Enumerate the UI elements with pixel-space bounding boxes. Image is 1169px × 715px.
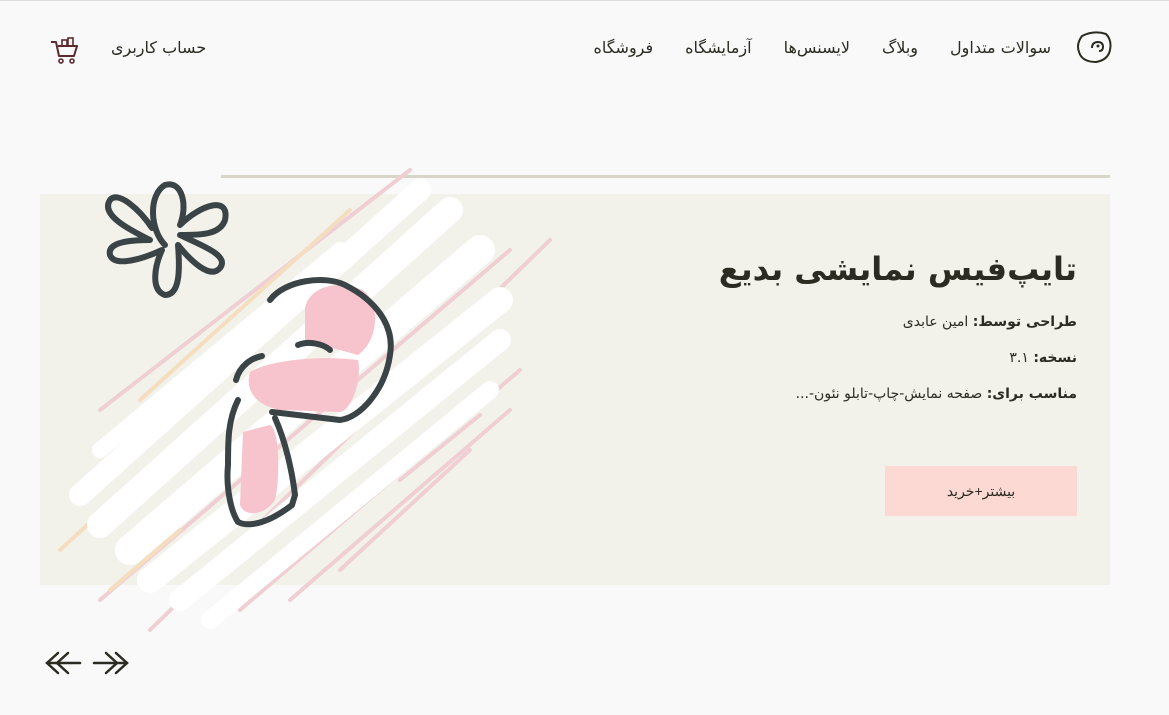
- designer-row: طراحی توسط: امین عابدی: [657, 314, 1077, 330]
- arrow-right-icon[interactable]: [92, 650, 130, 676]
- version-row: نسخه: ۳.۱: [657, 350, 1077, 366]
- nav-item-licenses[interactable]: لایسنس‌ها: [784, 38, 850, 62]
- nav-item-lab[interactable]: آزمایشگاه: [685, 38, 751, 62]
- nav-item-faq[interactable]: سوالات متداول: [950, 38, 1051, 62]
- designer-value: امین عابدی: [902, 314, 969, 330]
- product-info: تایپ‌فیس نمایشی بدیع طراحی توسط: امین عا…: [657, 250, 1077, 422]
- more-buy-button[interactable]: بیشتر+خرید: [885, 466, 1077, 516]
- nav-item-shop[interactable]: فروشگاه: [593, 38, 653, 62]
- version-value: ۳.۱: [1009, 350, 1029, 366]
- account-link[interactable]: حساب کاربری: [111, 38, 206, 57]
- suited-for-label: مناسب برای:: [986, 386, 1077, 402]
- version-label: نسخه:: [1033, 350, 1077, 366]
- brand-logo-icon[interactable]: [1076, 30, 1112, 64]
- product-title: تایپ‌فیس نمایشی بدیع: [718, 250, 1077, 288]
- nav-item-blog[interactable]: وبلاگ: [882, 38, 918, 62]
- suited-for-row: مناسب برای: صفحه نمایش-چاپ-تابلو نئون-..…: [657, 386, 1077, 402]
- suited-for-value: صفحه نمایش-چاپ-تابلو نئون-...: [795, 386, 983, 402]
- typeface-illustration: [58, 168, 552, 632]
- main-nav: فروشگاه آزمایشگاه لایسنس‌ها وبلاگ سوالات…: [593, 38, 1051, 62]
- shopping-cart-icon[interactable]: [50, 37, 80, 65]
- arrow-left-icon[interactable]: [44, 650, 82, 676]
- site-header: فروشگاه آزمایشگاه لایسنس‌ها وبلاگ سوالات…: [0, 0, 1169, 100]
- designer-label: طراحی توسط:: [972, 314, 1077, 330]
